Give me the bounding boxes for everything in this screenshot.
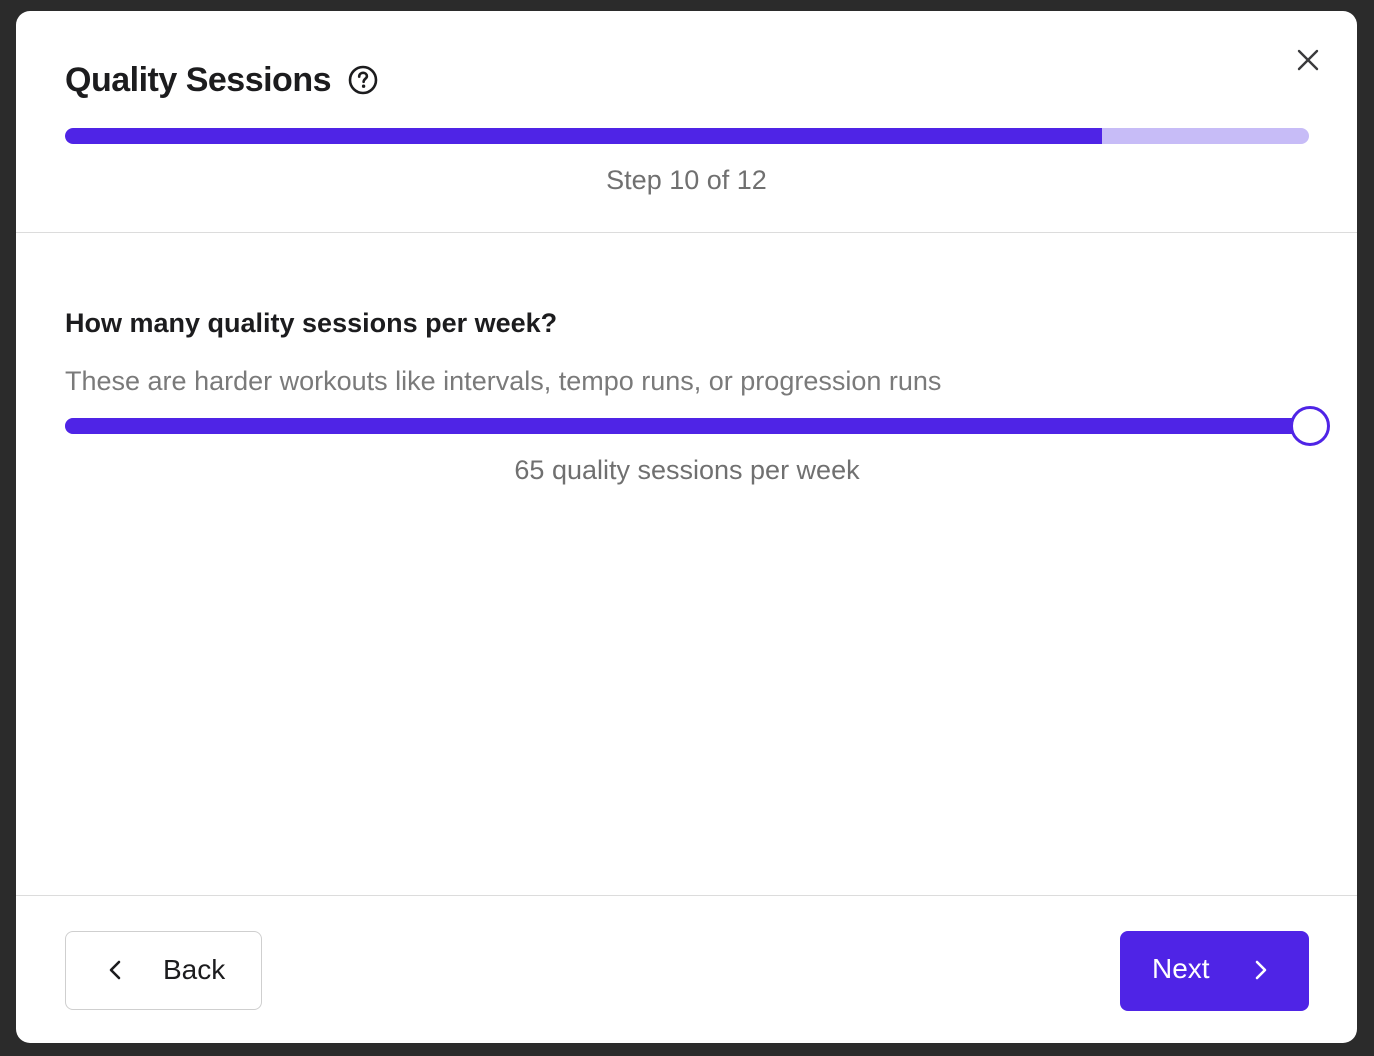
close-icon[interactable]: [1297, 49, 1319, 71]
dialog-footer: Back Next: [16, 895, 1357, 1043]
step-indicator: Step 10 of 12: [606, 165, 767, 195]
step-progress-bar: [65, 128, 1309, 144]
question-circle-icon[interactable]: [348, 65, 378, 95]
slider-thumb[interactable]: [1290, 406, 1330, 446]
title-row: Quality Sessions: [65, 60, 378, 100]
dialog-header: Quality Sessions Step 10 of 12: [16, 11, 1357, 233]
step-progress-fill: [65, 128, 1102, 144]
dialog-title: Quality Sessions: [65, 61, 332, 99]
chevron-right-icon: [1248, 958, 1272, 982]
question-hint: These are harder workouts like intervals…: [65, 366, 942, 396]
question-prompt: How many quality sessions per week?: [65, 308, 558, 338]
chevron-left-icon: [104, 958, 128, 982]
slider-value-label: 65 quality sessions per week: [514, 455, 860, 485]
slider-fill: [65, 418, 1309, 434]
back-button-label: Back: [163, 954, 226, 985]
back-button[interactable]: Back: [65, 931, 262, 1010]
sessions-slider[interactable]: [65, 406, 1330, 446]
quality-sessions-dialog: Quality Sessions Step 10 of 12 How many …: [16, 11, 1357, 1043]
next-button-label: Next: [1152, 953, 1210, 984]
next-button[interactable]: Next: [1120, 931, 1309, 1011]
